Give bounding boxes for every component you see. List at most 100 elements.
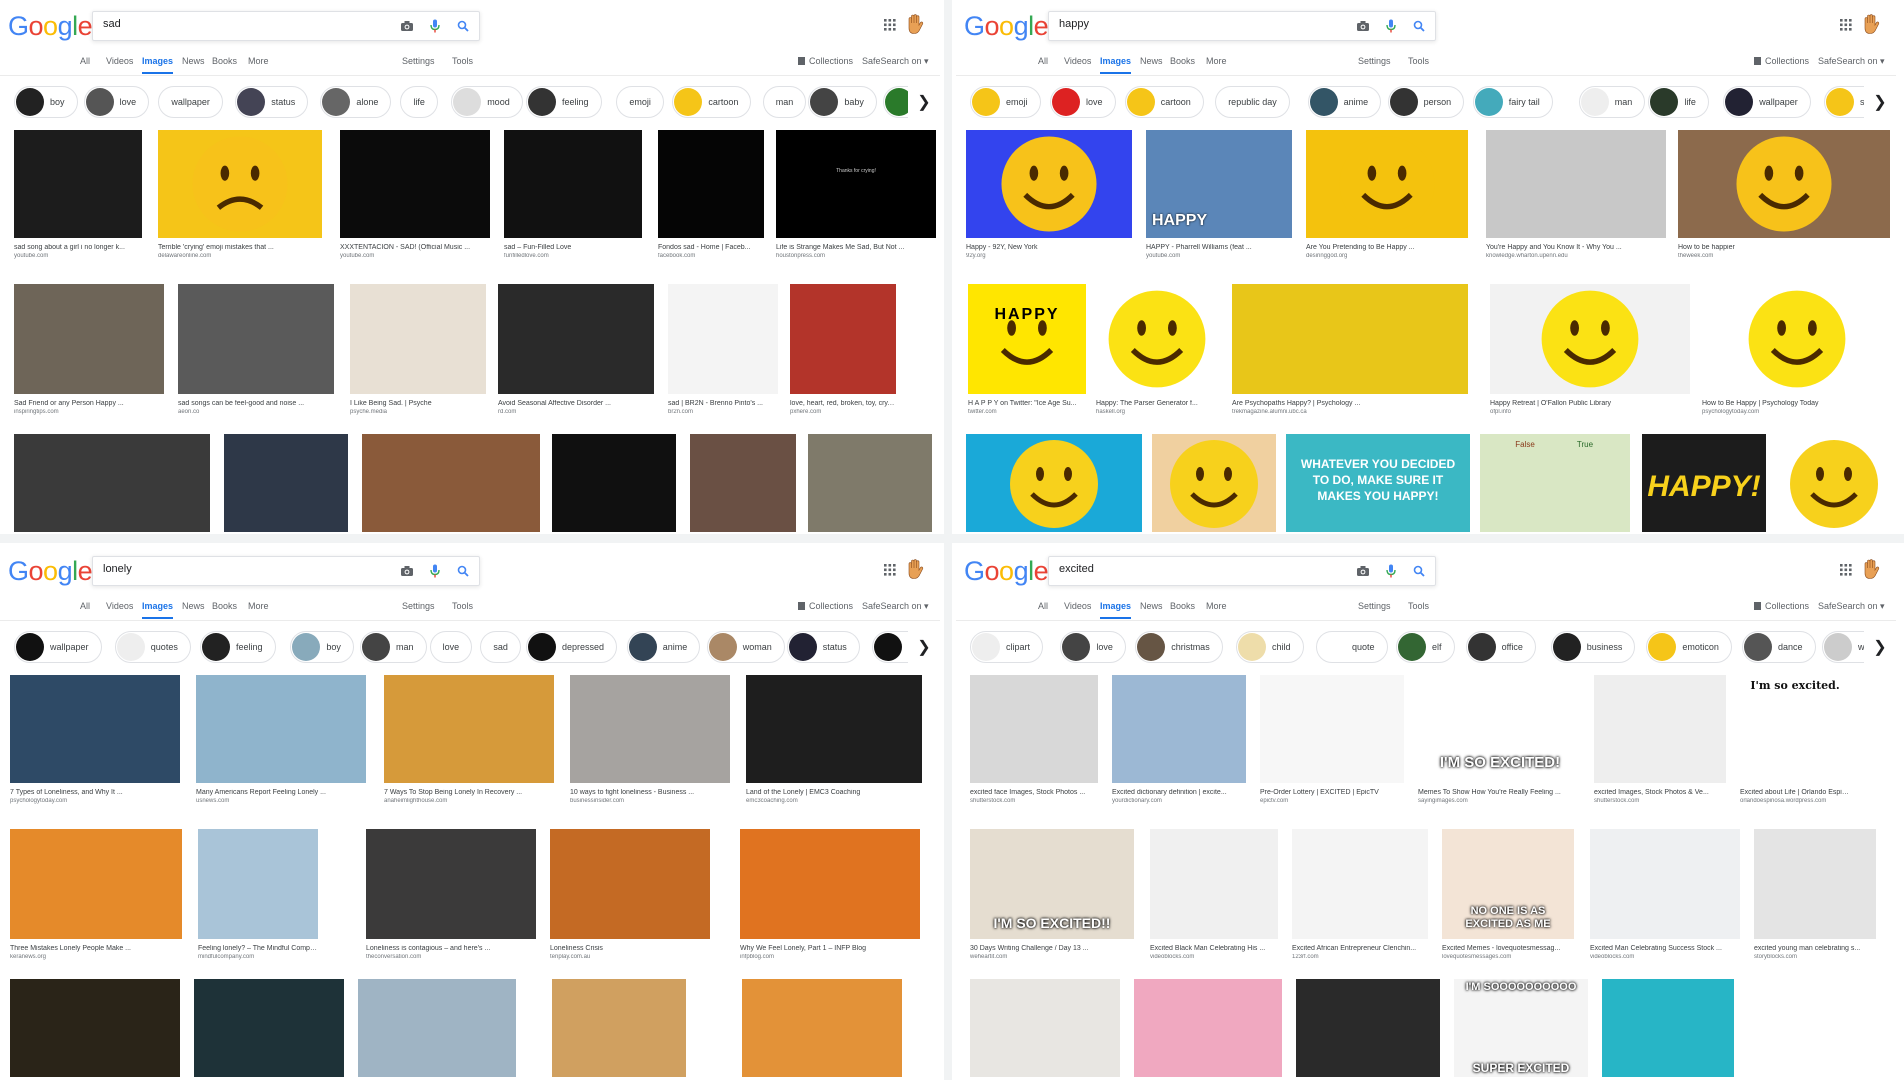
image-thumbnail[interactable] (1292, 829, 1428, 939)
tab-images[interactable]: Images (142, 601, 174, 619)
camera-icon[interactable] (399, 18, 415, 34)
image-thumbnail[interactable] (10, 829, 182, 939)
image-thumbnail[interactable]: HAPPY (1146, 130, 1292, 238)
image-caption[interactable]: excited young man celebrating s... (1754, 945, 1876, 952)
image-thumbnail[interactable] (10, 675, 180, 783)
image-result[interactable]: Are You Pretending to Be Happy ... desiri… (1306, 130, 1468, 259)
image-caption[interactable]: HAPPY - Pharrell Williams (feat ... (1146, 244, 1292, 251)
image-thumbnail[interactable]: False True (1480, 434, 1630, 532)
image-caption[interactable]: Loneliness Crisis (550, 945, 710, 952)
image-result[interactable]: I'm so excited. Excited about Life | Orla… (1740, 675, 1850, 804)
image-caption[interactable]: How to be happier (1678, 244, 1890, 251)
image-result[interactable]: sad song about a girl i no longer k... yo… (14, 130, 142, 259)
chip-man[interactable]: man (762, 86, 807, 118)
chip-emoticon[interactable]: emoticon (1646, 631, 1732, 663)
image-result[interactable]: 7 Types of Loneliness, and Why It ... psy… (10, 675, 180, 804)
account-avatar[interactable] (904, 559, 926, 581)
image-thumbnail[interactable]: WHATEVER YOU DECIDED TO DO, MAKE SURE IT… (1286, 434, 1470, 532)
tab-videos[interactable]: Videos (1064, 601, 1091, 617)
tab-more[interactable]: More (1206, 601, 1227, 617)
image-thumbnail[interactable]: Thanks for crying! (776, 130, 936, 238)
image-thumbnail[interactable] (1150, 829, 1278, 939)
image-thumbnail[interactable] (1296, 979, 1440, 1077)
chip-emoji[interactable]: emoji (970, 86, 1041, 118)
microphone-icon[interactable] (1383, 18, 1399, 34)
collections-link[interactable]: Collections (1754, 56, 1809, 66)
settings-link[interactable]: Settings (1358, 56, 1391, 66)
search-icon[interactable] (1411, 18, 1427, 34)
image-result[interactable]: Excited Man Celebrating Success Stock ..… (1590, 829, 1740, 960)
image-thumbnail[interactable] (1590, 829, 1740, 939)
image-result[interactable] (362, 434, 540, 532)
image-caption[interactable]: sad songs can be feel-good and noise ... (178, 400, 334, 407)
image-result[interactable]: Are Psychopaths Happy? | Psychology ... t… (1232, 284, 1468, 415)
image-result[interactable]: Fondos sad - Home | Faceb... facebook.com (658, 130, 764, 259)
image-caption[interactable]: How to Be Happy | Psychology Today (1702, 400, 1892, 407)
image-result[interactable]: Happy - 92Y, New York 92y.org (966, 130, 1132, 259)
chip-fairy-tail[interactable]: fairy tail (1472, 86, 1553, 118)
image-result[interactable] (552, 979, 686, 1077)
image-result[interactable]: Avoid Seasonal Affective Disorder ... rd.… (498, 284, 654, 415)
image-thumbnail[interactable] (1754, 829, 1876, 939)
image-thumbnail[interactable]: I'M SO EXCITED! (1418, 675, 1582, 783)
image-result[interactable] (358, 979, 516, 1077)
chip-wallpaper[interactable]: wallpaper (14, 631, 102, 663)
image-thumbnail[interactable] (1260, 675, 1404, 783)
camera-icon[interactable] (1355, 563, 1371, 579)
image-result[interactable]: Thanks for crying! Life is Strange Makes … (776, 130, 936, 259)
chip-love[interactable]: love (83, 86, 150, 118)
chip-sad[interactable]: sad (480, 631, 521, 663)
image-result[interactable]: I'M SO EXCITED! Memes To Show How You're … (1418, 675, 1582, 804)
image-thumbnail[interactable]: I'M SOOOOOOOOOO SUPER EXCITED (1454, 979, 1588, 1077)
chip-baby[interactable]: baby (808, 86, 877, 118)
image-caption[interactable]: excited Images, Stock Photos & Ve... (1594, 789, 1726, 796)
image-thumbnail[interactable] (194, 979, 344, 1077)
image-caption[interactable]: You're Happy and You Know It - Why You .… (1486, 244, 1666, 251)
chip-boy[interactable]: boy (14, 86, 78, 118)
tab-news[interactable]: News (1140, 601, 1163, 617)
image-caption[interactable]: Excited dictionary definition | excite..… (1112, 789, 1246, 796)
image-thumbnail[interactable] (1152, 434, 1276, 532)
chip-boy[interactable]: boy (290, 631, 354, 663)
image-caption[interactable]: Are Psychopaths Happy? | Psychology ... (1232, 400, 1468, 407)
image-result[interactable]: Happy: The Parser Generator f... haskell.… (1096, 284, 1218, 415)
image-thumbnail[interactable] (498, 284, 654, 394)
search-input[interactable] (103, 563, 403, 575)
image-caption[interactable]: Happy: The Parser Generator f... (1096, 400, 1218, 407)
image-caption[interactable]: Terrible 'crying' emoji mistakes that ..… (158, 244, 322, 251)
image-caption[interactable]: excited face Images, Stock Photos ... (970, 789, 1098, 796)
image-thumbnail[interactable] (14, 434, 210, 532)
image-thumbnail[interactable] (14, 284, 164, 394)
chevron-right-icon[interactable]: ❯ (908, 86, 940, 118)
tab-images[interactable]: Images (142, 56, 174, 74)
google-logo[interactable]: Google (964, 10, 1049, 42)
chip-man[interactable]: man (1578, 86, 1646, 118)
image-result[interactable]: HAPPY HAPPY - Pharrell Williams (feat ...… (1146, 130, 1292, 259)
tab-more[interactable]: More (248, 56, 269, 72)
image-result[interactable]: Many Americans Report Feeling Lonely ...… (196, 675, 366, 804)
image-caption[interactable]: Happy Retreat | O'Fallon Public Library (1490, 400, 1690, 407)
image-thumbnail[interactable] (966, 434, 1142, 532)
chip-status[interactable]: status (786, 631, 860, 663)
search-icon[interactable] (1411, 563, 1427, 579)
image-caption[interactable]: sad – Fun-Filled Love (504, 244, 642, 251)
image-caption[interactable]: Land of the Lonely | EMC3 Coaching (746, 789, 922, 796)
image-result[interactable]: XXXTENTACION - SAD! (Official Music ... y… (340, 130, 490, 259)
image-caption[interactable]: I Like Being Sad. | Psyche (350, 400, 486, 407)
image-thumbnail[interactable]: HAPPY! (1642, 434, 1766, 532)
camera-icon[interactable] (399, 563, 415, 579)
image-thumbnail[interactable] (178, 284, 334, 394)
chip-wallpaper[interactable]: wallpaper (158, 86, 223, 118)
image-result[interactable]: Loneliness is contagious – and here's ..… (366, 829, 536, 960)
search-box[interactable] (1048, 11, 1436, 41)
chip-emoji[interactable]: emoji (616, 86, 664, 118)
image-thumbnail[interactable] (740, 829, 920, 939)
image-thumbnail[interactable] (1746, 979, 1896, 1077)
image-caption[interactable]: Excited Black Man Celebrating His ... (1150, 945, 1278, 952)
tab-videos[interactable]: Videos (106, 601, 133, 617)
image-result[interactable] (10, 979, 180, 1077)
image-caption[interactable]: Excited African Entrepreneur Clenchin... (1292, 945, 1428, 952)
image-result[interactable]: excited young man celebrating s... storyb… (1754, 829, 1876, 960)
image-thumbnail[interactable] (790, 284, 896, 394)
image-thumbnail[interactable]: I'M SO EXCITED!! (970, 829, 1134, 939)
